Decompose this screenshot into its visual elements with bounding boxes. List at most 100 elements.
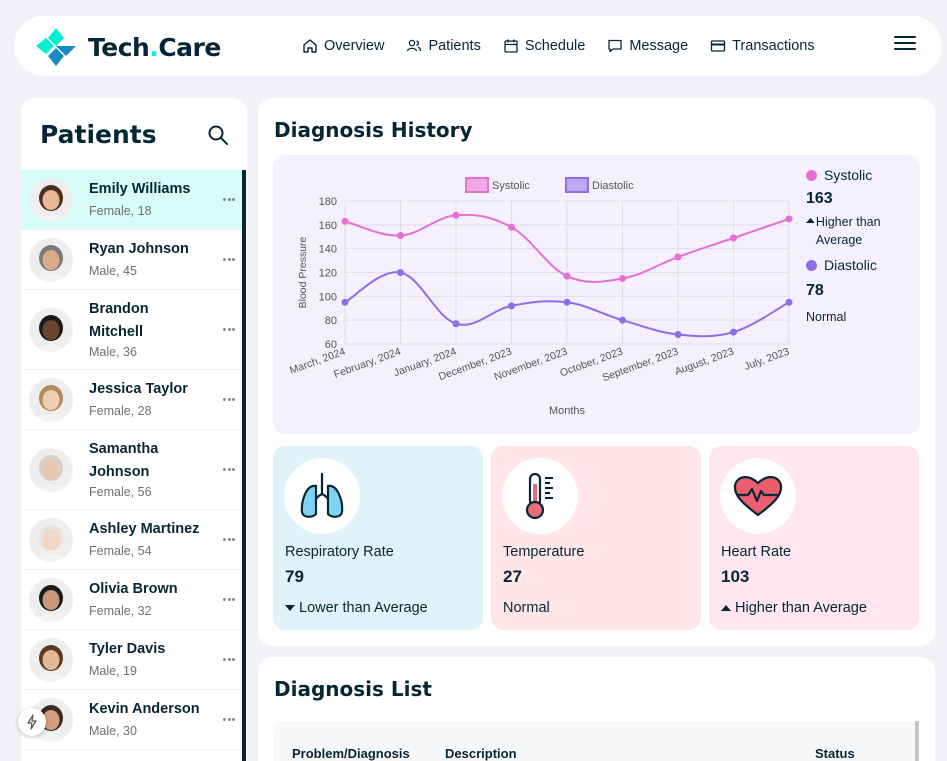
patient-meta: Female, 54: [89, 544, 152, 558]
column-status: Status: [815, 746, 855, 761]
y-tick-label: 80: [325, 315, 337, 327]
legend-label: Diastolic: [592, 180, 634, 192]
patient-row[interactable]: Ashley Martinez Female, 54: [21, 510, 242, 570]
nav-overview-label: Overview: [324, 38, 385, 54]
legend-swatch: [465, 177, 489, 193]
diagnosis-history-title: Diagnosis History: [274, 118, 473, 142]
patient-name: Kevin Anderson: [89, 701, 200, 717]
patient-list-scrollbar[interactable]: [242, 170, 246, 761]
heart-rate-note: Higher than Average: [721, 600, 867, 616]
nav-patients[interactable]: Patients: [406, 38, 481, 54]
app-logo[interactable]: Tech.Care: [34, 26, 221, 68]
more-options-icon[interactable]: [223, 198, 235, 202]
patient-row[interactable]: Jessica Taylor Female, 28: [21, 370, 242, 430]
patient-avatar: [29, 448, 73, 492]
heart-rate-icon: [720, 458, 796, 534]
y-tick-label: 120: [319, 268, 337, 280]
more-options-icon[interactable]: [223, 658, 235, 662]
diagnosis-list-card: Diagnosis List Problem/Diagnosis Descrip…: [258, 657, 935, 761]
patient-avatar: [29, 518, 73, 562]
more-options-icon[interactable]: [223, 468, 235, 472]
respiratory-rate-label: Respiratory Rate: [285, 544, 394, 560]
patient-avatar: [29, 178, 73, 222]
patient-row[interactable]: Kevin Anderson Male, 30: [21, 690, 242, 750]
patient-avatar: [29, 308, 73, 352]
nav-overview[interactable]: Overview: [302, 38, 384, 54]
patient-row[interactable]: Olivia Brown Female, 32: [21, 570, 242, 630]
legend-label: Systolic: [492, 180, 530, 192]
temperature-value: 27: [503, 567, 522, 586]
respiratory-rate-note: Lower than Average: [285, 600, 428, 616]
data-point-diastolic: [508, 302, 515, 310]
patient-name: Ryan Johnson: [89, 241, 189, 257]
search-icon[interactable]: [207, 124, 229, 146]
lightning-icon[interactable]: [18, 708, 46, 736]
brand-name: Tech.Care: [88, 32, 221, 62]
patient-name: Ashley Martinez: [89, 521, 200, 537]
patient-row[interactable]: Samantha Johnson Female, 56: [21, 430, 242, 510]
patient-row[interactable]: Ryan Johnson Male, 45: [21, 230, 242, 290]
respiratory-rate-value: 79: [285, 567, 304, 586]
patient-meta: Male, 30: [89, 724, 137, 738]
patient-meta: Male, 36: [89, 345, 137, 359]
y-tick-label: 180: [319, 196, 337, 208]
patient-row[interactable]: Tyler Davis Male, 19: [21, 630, 242, 690]
temperature-card: Temperature 27 Normal: [491, 446, 701, 630]
patient-row[interactable]: Emily Williams Female, 18: [21, 170, 242, 230]
patient-avatar: [29, 238, 73, 282]
x-tick-label: July, 2023: [743, 345, 792, 372]
patient-meta: Female, 18: [89, 204, 152, 218]
patient-avatar: [29, 578, 73, 622]
more-options-icon[interactable]: [223, 258, 235, 262]
more-options-icon[interactable]: [223, 598, 235, 602]
heart-rate-card: Heart Rate 103 Higher than Average: [709, 446, 919, 630]
calendar-icon: [504, 39, 518, 53]
temperature-note: Normal: [503, 600, 550, 616]
data-point-diastolic: [730, 328, 737, 336]
data-point-systolic: [619, 274, 626, 282]
nav-message[interactable]: Message: [607, 38, 688, 54]
patient-avatar: [29, 638, 73, 682]
patients-panel: Patients Emily Williams Female, 18 Ryan Jo…: [21, 98, 247, 761]
patient-list: Emily Williams Female, 18 Ryan Johnson Male…: [21, 170, 242, 750]
data-point-systolic: [674, 253, 682, 261]
nav-transactions[interactable]: Transactions: [710, 38, 815, 54]
y-tick-label: 100: [319, 291, 337, 303]
heart-rate-value: 103: [721, 567, 750, 586]
users-icon: [407, 39, 422, 52]
nav-patients-label: Patients: [428, 38, 481, 54]
hamburger-menu-icon[interactable]: [894, 36, 916, 54]
diastolic-value: 78: [806, 282, 824, 299]
more-options-icon[interactable]: [223, 328, 235, 332]
credit-card-icon: [711, 40, 726, 52]
patient-meta: Male, 45: [89, 264, 137, 278]
y-axis-title: Blood Pressure: [297, 236, 309, 308]
patient-row[interactable]: Brandon Mitchell Male, 36: [21, 290, 242, 370]
more-options-icon[interactable]: [223, 718, 235, 722]
data-point-diastolic: [785, 298, 793, 306]
data-point-systolic: [730, 234, 737, 242]
data-point-diastolic: [674, 330, 682, 338]
legend-swatch: [565, 177, 589, 193]
data-point-diastolic: [563, 298, 571, 306]
heart-rate-label: Heart Rate: [721, 544, 792, 560]
diastolic-label: Diastolic: [824, 257, 877, 273]
diagnosis-table-scrollbar[interactable]: [915, 721, 919, 761]
patient-meta: Female, 56: [89, 485, 152, 499]
nav-schedule[interactable]: Schedule: [503, 38, 585, 54]
data-point-diastolic: [452, 320, 460, 328]
patient-name: Olivia Brown: [89, 581, 178, 597]
patient-meta: Female, 28: [89, 404, 152, 418]
more-options-icon[interactable]: [223, 398, 235, 402]
patient-meta: Female, 32: [89, 604, 152, 618]
respiratory-rate-card: Respiratory Rate 79 Lower than Average: [273, 446, 483, 630]
data-point-systolic: [452, 211, 460, 219]
more-options-icon[interactable]: [223, 538, 235, 542]
data-point-systolic: [341, 217, 349, 225]
systolic-dot: [806, 169, 817, 181]
diastolic-dot: [806, 259, 817, 271]
blood-pressure-chart: 60 80 100 120 140 160 180 March, 2024 February, …: [273, 155, 920, 434]
patient-name: Samantha Johnson: [89, 441, 159, 480]
chat-icon: [608, 39, 622, 53]
arrow-up-icon: [721, 605, 731, 611]
